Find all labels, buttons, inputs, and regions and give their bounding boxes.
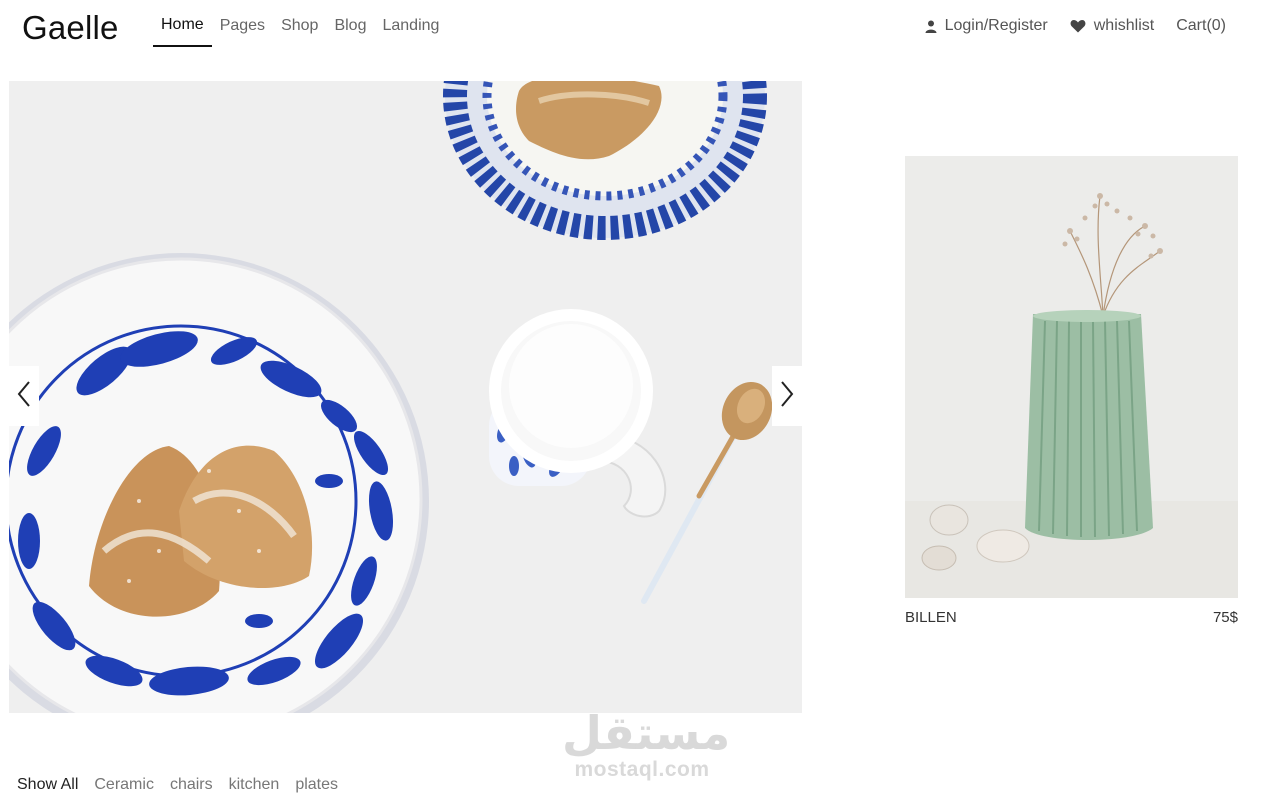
slider-next-button[interactable] xyxy=(772,366,802,426)
login-register-link[interactable]: Login/Register xyxy=(925,17,1048,35)
filter-ceramic[interactable]: Ceramic xyxy=(94,776,154,794)
watermark-arabic: مستقل xyxy=(562,706,731,760)
product-name[interactable]: BILLEN xyxy=(905,609,957,626)
filter-chairs[interactable]: chairs xyxy=(170,776,213,794)
wishlist-link[interactable]: whishlist xyxy=(1070,17,1154,35)
chevron-left-icon xyxy=(17,380,31,412)
watermark-latin: mostaql.com xyxy=(574,758,710,781)
category-filters: Show All Ceramic chairs kitchen plates xyxy=(17,776,338,794)
cart-label: Cart(0) xyxy=(1176,17,1226,34)
product-meta: BILLEN 75$ xyxy=(905,609,1238,626)
product-image[interactable] xyxy=(905,156,1238,598)
watermark: مستقل mostaql.com xyxy=(562,706,731,782)
main-nav: Home Pages Shop Blog Landing xyxy=(153,0,447,47)
nav-item-pages[interactable]: Pages xyxy=(212,0,273,47)
filter-kitchen[interactable]: kitchen xyxy=(229,776,280,794)
product-card[interactable]: BILLEN 75$ xyxy=(905,156,1238,626)
product-price: 75$ xyxy=(1212,609,1238,626)
wishlist-label: whishlist xyxy=(1093,17,1155,34)
nav-item-blog[interactable]: Blog xyxy=(326,0,374,47)
filter-show-all[interactable]: Show All xyxy=(17,776,78,794)
heart-icon xyxy=(1070,19,1086,33)
cart-link[interactable]: Cart(0) xyxy=(1176,17,1226,35)
account-nav: Login/Register whishlist Cart(0) xyxy=(925,0,1226,52)
nav-item-landing[interactable]: Landing xyxy=(374,0,447,47)
chevron-right-icon xyxy=(780,380,794,412)
hero-slider[interactable] xyxy=(9,81,802,713)
hero-image xyxy=(9,81,802,713)
slider-prev-button[interactable] xyxy=(9,366,39,426)
user-icon xyxy=(925,20,937,33)
nav-item-shop[interactable]: Shop xyxy=(273,0,326,47)
brand-logo[interactable]: Gaelle xyxy=(22,9,119,47)
nav-item-home[interactable]: Home xyxy=(153,0,212,47)
login-register-label: Login/Register xyxy=(944,17,1048,34)
filter-plates[interactable]: plates xyxy=(295,776,338,794)
